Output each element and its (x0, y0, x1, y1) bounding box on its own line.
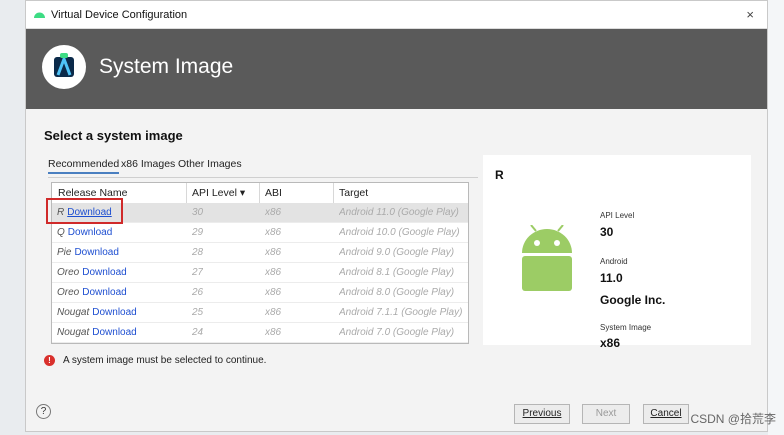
tab-divider (48, 177, 478, 178)
target-cell: Android 8.0 (Google Play) (339, 287, 455, 298)
release-cell: Oreo Download (57, 267, 182, 278)
api-level-cell: 24 (192, 327, 204, 338)
highlight-box (46, 198, 123, 224)
window-title: Virtual Device Configuration (51, 9, 188, 21)
api-level-cell: 25 (192, 307, 204, 318)
system-image-value: x86 (600, 336, 621, 350)
abi-cell: x86 (265, 327, 282, 338)
close-icon[interactable]: × (746, 7, 754, 22)
abi-cell: x86 (265, 267, 282, 278)
target-cell: Android 8.1 (Google Play) (339, 267, 455, 278)
column-header-target[interactable]: Target (339, 187, 368, 199)
release-name: Pie (57, 247, 72, 258)
android-studio-logo (42, 45, 86, 89)
details-title: R (495, 168, 504, 182)
download-link[interactable]: Download (82, 267, 126, 278)
vendor-value: Google Inc. (600, 293, 666, 307)
page-margin (768, 0, 784, 435)
column-separator (259, 183, 260, 203)
header-banner: System Image (26, 29, 767, 109)
release-cell: Pie Download (57, 247, 182, 258)
download-link[interactable]: Download (74, 247, 118, 258)
target-cell: Android 10.0 (Google Play) (339, 227, 460, 238)
target-cell: Android 11.0 (Google Play) (339, 207, 459, 218)
download-link[interactable]: Download (68, 227, 112, 238)
table-row[interactable]: Nougat Download 25 x86 Android 7.1.1 (Goo… (52, 303, 468, 323)
tab-x86-images[interactable]: x86 Images (121, 158, 175, 170)
android-version-value: 11.0 (600, 271, 623, 285)
column-header-abi[interactable]: ABI (265, 187, 282, 199)
release-name: Nougat (57, 327, 90, 338)
api-level-value: 30 (600, 225, 614, 239)
watermark: CSDN @拾荒李 (690, 412, 776, 426)
previous-button[interactable]: Previous (514, 404, 570, 424)
release-name: Nougat (57, 307, 90, 318)
column-header-api-level[interactable]: API Level ▾ (192, 187, 245, 199)
abi-cell: x86 (265, 287, 282, 298)
abi-cell: x86 (265, 227, 282, 238)
page-heading: Select a system image (44, 128, 183, 143)
dialog-window: Virtual Device Configuration × System Im… (25, 0, 768, 432)
android-studio-icon (34, 12, 45, 18)
column-separator (186, 183, 187, 203)
release-name: Oreo (57, 267, 80, 278)
release-cell: Q Download (57, 227, 182, 238)
table-row[interactable]: Oreo Download 26 x86 Android 8.0 (Google … (52, 283, 468, 303)
abi-cell: x86 (265, 307, 282, 318)
release-cell: Nougat Download (57, 307, 182, 318)
table-row[interactable]: Nougat Download 24 x86 Android 7.0 (Googl… (52, 323, 468, 343)
abi-cell: x86 (265, 207, 282, 218)
title-bar: Virtual Device Configuration × (26, 1, 767, 29)
android-robot-icon (522, 225, 572, 291)
release-cell: Nougat Download (57, 327, 182, 338)
column-separator (333, 183, 334, 203)
cancel-button[interactable]: Cancel (643, 404, 689, 424)
target-cell: Android 7.1.1 (Google Play) (339, 307, 463, 318)
release-name: Oreo (57, 287, 80, 298)
banner-title: System Image (99, 55, 234, 78)
abi-cell: x86 (265, 247, 282, 258)
download-link[interactable]: Download (92, 327, 136, 338)
tab-recommended[interactable]: Recommended (48, 158, 120, 174)
table-row[interactable]: Q Download 29 x86 Android 10.0 (Google Pl… (52, 223, 468, 243)
tab-other-images[interactable]: Other Images (178, 158, 242, 170)
download-link[interactable]: Download (92, 307, 136, 318)
api-level-cell: 27 (192, 267, 204, 278)
api-level-label: API Level (600, 211, 635, 220)
system-image-label: System Image (600, 323, 652, 332)
error-icon: ! (44, 355, 55, 366)
release-cell: Oreo Download (57, 287, 182, 298)
api-level-cell: 30 (192, 207, 204, 218)
target-cell: Android 7.0 (Google Play) (339, 327, 455, 338)
api-level-cell: 28 (192, 247, 204, 258)
android-label: Android (600, 257, 628, 266)
next-button[interactable]: Next (582, 404, 630, 424)
error-text: A system image must be selected to conti… (63, 355, 267, 366)
table-row[interactable]: Oreo Download 27 x86 Android 8.1 (Google … (52, 263, 468, 283)
target-cell: Android 9.0 (Google Play) (339, 247, 455, 258)
download-link[interactable]: Download (82, 287, 126, 298)
api-level-cell: 29 (192, 227, 204, 238)
table-row[interactable]: Pie Download 28 x86 Android 9.0 (Google P… (52, 243, 468, 263)
details-panel: R API Level 30 Android 11.0 Google Inc. … (483, 155, 751, 350)
help-icon[interactable]: ? (36, 404, 51, 419)
release-name: Q (57, 227, 65, 238)
api-level-cell: 26 (192, 287, 204, 298)
